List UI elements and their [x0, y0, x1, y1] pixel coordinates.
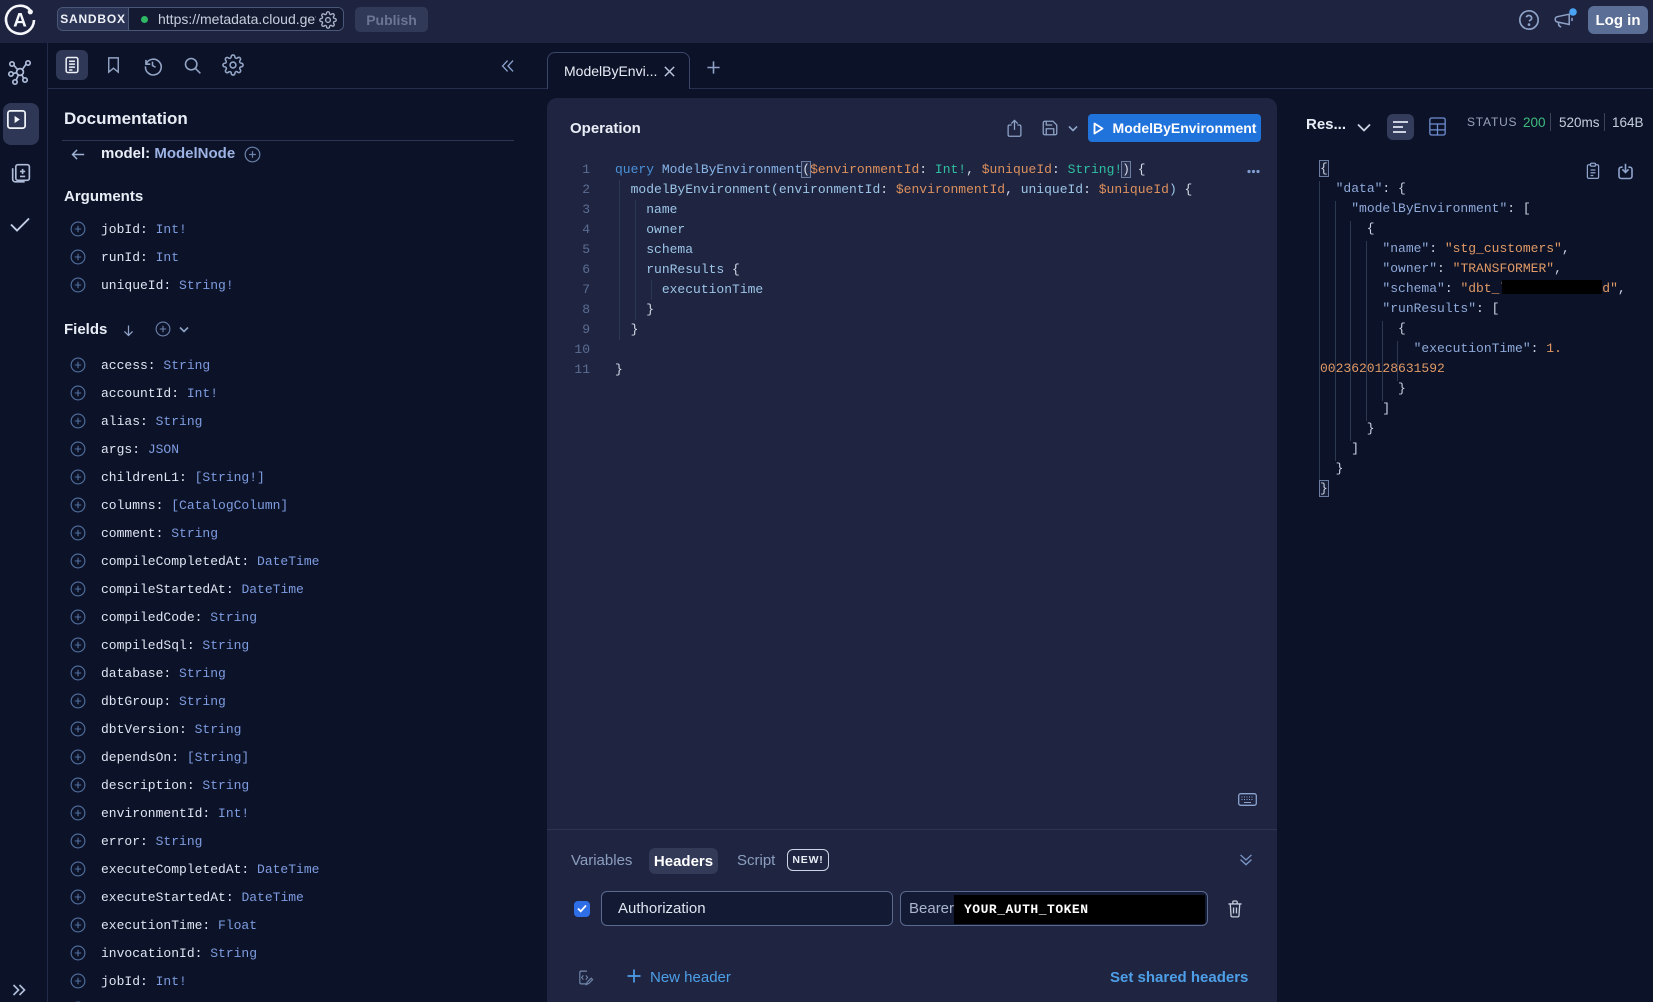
- svg-text:A: A: [13, 11, 27, 32]
